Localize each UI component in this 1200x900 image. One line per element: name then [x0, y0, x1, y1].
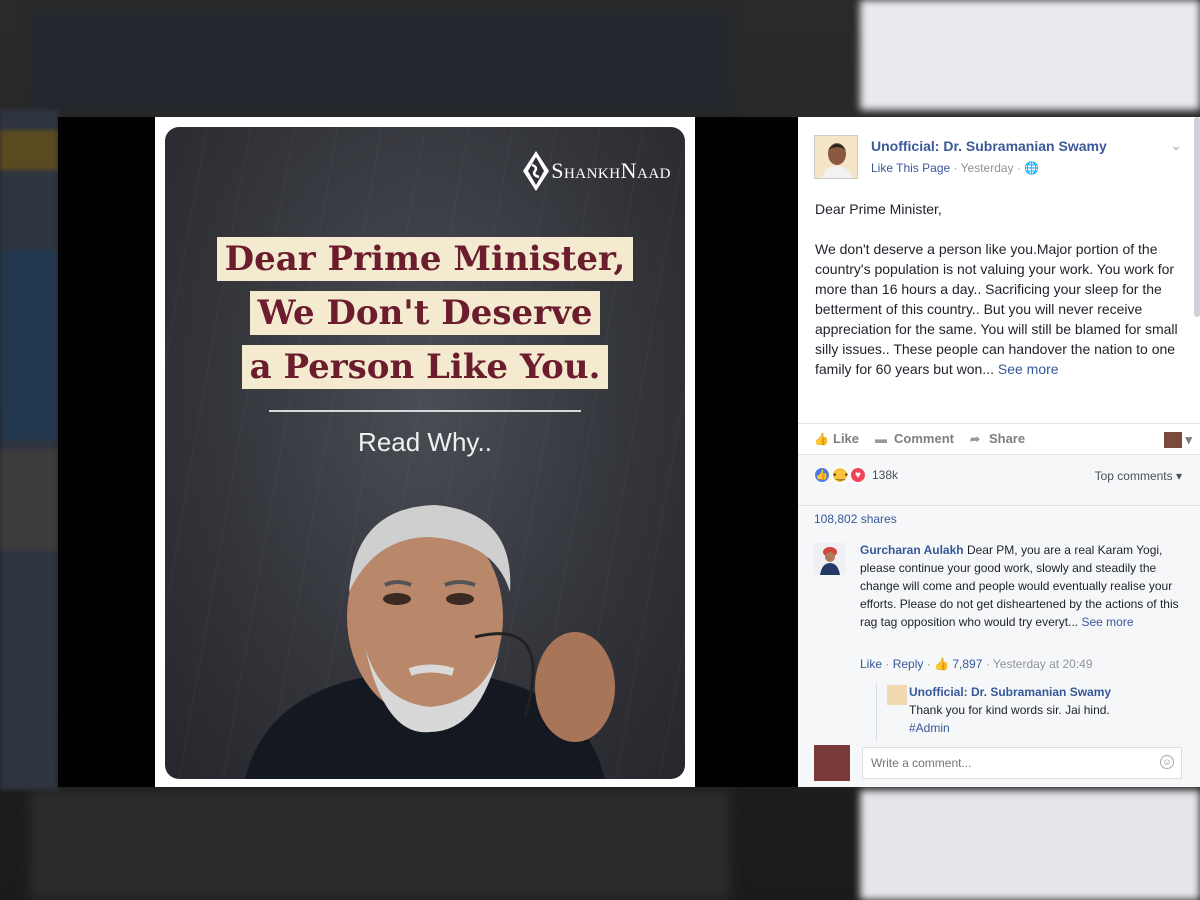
emoji-icon[interactable]: ☺ [1160, 755, 1174, 769]
reply-hashtag[interactable]: #Admin [909, 719, 1199, 737]
reply-author-avatar[interactable] [887, 685, 907, 705]
comment-input[interactable] [862, 747, 1182, 779]
like-button[interactable]: 👍 Like [814, 431, 859, 446]
brand-logo: ShankhNaad [523, 151, 671, 191]
page-name-link[interactable]: Unofficial: Dr. Subramanian Swamy [871, 138, 1107, 154]
post-header: Unofficial: Dr. Subramanian Swamy Like T… [814, 133, 1190, 183]
comment-sort-dropdown[interactable]: Top comments ▾ [1095, 469, 1182, 483]
sad-reaction-icon: •‿• [832, 467, 848, 483]
comment-timestamp[interactable]: Yesterday at 20:49 [993, 657, 1093, 671]
comment-see-more-link[interactable]: See more [1081, 615, 1133, 629]
globe-icon: 🌐 [1024, 161, 1040, 175]
brand-name: ShankhNaad [551, 158, 671, 183]
post-side-panel: Unofficial: Dr. Subramanian Swamy Like T… [798, 117, 1200, 787]
headline-line-2: We Don't Deserve [249, 291, 601, 335]
feedback-section: 👍 •‿• ♥ 138k Top comments ▾ 108,802 shar… [798, 454, 1200, 787]
meta-dot: · [885, 657, 893, 671]
meta-dot: · [985, 657, 993, 671]
poster-headline: Dear Prime Minister, We Don't Deserve a … [165, 237, 685, 399]
shares-count-link[interactable]: 108,802 shares [798, 505, 1200, 531]
reply-author[interactable]: Unofficial: Dr. Subramanian Swamy [909, 683, 1199, 701]
page-avatar[interactable] [814, 135, 858, 179]
comment-icon: ▬ [875, 431, 888, 446]
share-icon: ➦ [969, 431, 981, 446]
blurred-background-left [0, 110, 58, 790]
comment-author[interactable]: Gurcharan Aulakh [860, 543, 964, 557]
viewer-avatar [814, 745, 850, 781]
comment-like-link[interactable]: Like [860, 657, 882, 671]
comment-button-label: Comment [894, 431, 954, 446]
reactions-summary[interactable]: 👍 •‿• ♥ 138k [814, 467, 898, 483]
photo-lightbox: ShankhNaad Dear Prime Minister, We Don't… [58, 117, 798, 787]
comment-sort-label: Top comments [1094, 469, 1173, 483]
like-button-label: Like [833, 431, 860, 446]
panel-scrollbar[interactable] [1194, 117, 1200, 317]
headline-line-1: Dear Prime Minister, [216, 237, 634, 281]
conch-logo-icon [523, 151, 550, 191]
post-body-paragraph: We don't deserve a person like you.Major… [815, 239, 1185, 379]
blurred-background-top [30, 10, 730, 110]
blurred-background-bottom-right [860, 790, 1200, 900]
comment-reply-link[interactable]: Reply [893, 657, 924, 671]
share-button-label: Share [988, 431, 1026, 446]
like-page-link[interactable]: Like This Page [871, 161, 950, 175]
commenter-avatar-image [814, 543, 846, 575]
comment-likes-count[interactable]: 7,897 [952, 657, 982, 671]
comment-text-block: Gurcharan Aulakh Dear PM, you are a real… [860, 541, 1180, 631]
comment-meta: Like · Reply · 👍 7,897 · Yesterday at 20… [860, 657, 1093, 671]
share-button[interactable]: ➦ Share [970, 431, 1025, 446]
actor-avatar [1164, 432, 1183, 448]
blurred-background-bottom [30, 790, 730, 900]
post-greeting: Dear Prime Minister, [815, 201, 942, 217]
comment-composer: ☺ [814, 745, 1184, 781]
poster-divider [269, 410, 581, 412]
page-avatar-image [815, 136, 857, 178]
comment-button[interactable]: ▬ Comment [875, 431, 954, 446]
poster-image[interactable]: ShankhNaad Dear Prime Minister, We Don't… [165, 127, 685, 779]
reactions-count: 138k [872, 468, 899, 482]
meta-separator: · [953, 161, 961, 175]
post-meta: Like This Page · Yesterday · 🌐 [871, 161, 1039, 175]
post-body-text: We don't deserve a person like you.Major… [815, 241, 1178, 377]
caret-down-icon: ▾ [1175, 469, 1182, 483]
post-timestamp[interactable]: Yesterday [961, 161, 1014, 175]
thumbs-up-icon: 👍 [934, 657, 950, 671]
like-reaction-icon: 👍 [814, 467, 830, 483]
blurred-background-right [860, 0, 1200, 110]
post-text: Dear Prime Minister, We don't deserve a … [815, 199, 1185, 399]
reply-text-block: Unofficial: Dr. Subramanian Swamy Thank … [909, 683, 1199, 737]
actor-selector[interactable]: ▾ [1164, 432, 1192, 448]
post-action-bar: 👍 Like ▬ Comment ➦ Share ▾ [798, 423, 1200, 453]
photo-frame: ShankhNaad Dear Prime Minister, We Don't… [155, 117, 695, 787]
poster-subtext: Read Why.. [358, 427, 492, 457]
meta-dot: · [926, 657, 935, 671]
chevron-down-icon[interactable]: ⌄ [1170, 137, 1182, 154]
caret-down-icon: ▾ [1185, 432, 1192, 447]
reply-item: Unofficial: Dr. Subramanian Swamy Thank … [876, 683, 1200, 741]
commenter-avatar[interactable] [814, 543, 846, 575]
headline-line-3: a Person Like You. [241, 345, 609, 389]
reply-text: Thank you for kind words sir. Jai hind. [909, 703, 1110, 717]
portrait-photo [245, 505, 615, 779]
love-reaction-icon: ♥ [850, 467, 866, 483]
see-more-link[interactable]: See more [998, 361, 1059, 377]
thumbs-up-icon: 👍 [814, 431, 829, 446]
